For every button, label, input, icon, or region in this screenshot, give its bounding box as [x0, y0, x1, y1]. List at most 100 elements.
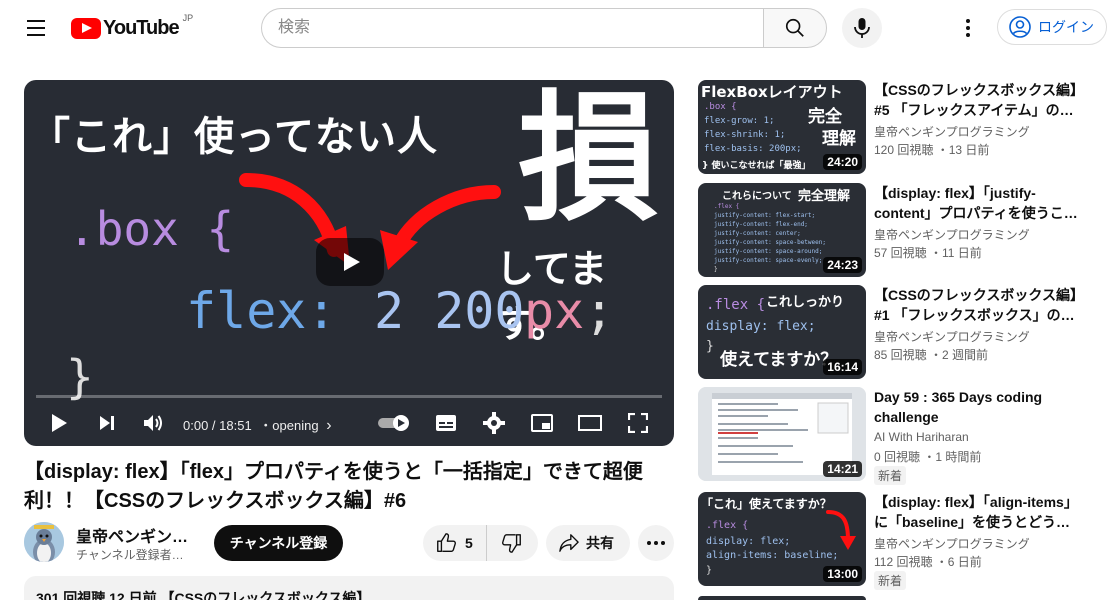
logo-text: YouTube [103, 16, 180, 39]
video-title[interactable]: 【CSSのフレックスボックス編】#5 「フレックスアイテム」の… [874, 80, 1084, 120]
like-button[interactable]: 5 [423, 525, 487, 561]
login-button[interactable]: ログイン [997, 9, 1107, 45]
video-title: 【display: flex】「flex」プロパティを使うと「一括指定」できて超… [24, 461, 643, 512]
thumb-code-line: flex-basis: 200px; [704, 144, 802, 154]
search-button[interactable] [763, 8, 827, 48]
thumb-code-line: align-items: baseline; [706, 550, 839, 561]
new-badge: 新着 [874, 466, 907, 485]
video-thumbnail[interactable]: これらについて 完全理解 .flex { justify-content: fl… [698, 183, 866, 277]
thumb-code-line: } [714, 266, 718, 273]
thumb-code-line: justify-content: flex-start; [714, 212, 816, 219]
video-metadata: 120 回視聴 ・13 日前 [874, 143, 990, 157]
new-badge: 新着 [874, 571, 907, 590]
next-icon[interactable] [94, 410, 120, 436]
more-actions-button[interactable] [638, 525, 674, 561]
miniplayer-icon[interactable] [528, 410, 556, 436]
channel-name[interactable]: 皇帝ペンギンプログラミング [874, 226, 1030, 243]
youtube-play-icon [71, 17, 101, 39]
recommended-video[interactable]: 14:21 Day 59 : 365 Days coding challenge… [698, 387, 1098, 485]
thumb-code-line: display: flex; [706, 536, 791, 547]
video-thumbnail[interactable]: FlexBoxレイアウト 完全 理解 .box { flex-grow: 1; … [698, 80, 866, 174]
recommended-video[interactable]: .flex { display: flex; } これしっかり 使えてますか？ … [698, 285, 1098, 379]
dislike-button[interactable] [487, 525, 537, 561]
recommended-video[interactable]: これらについて 完全理解 .flex { justify-content: fl… [698, 183, 1098, 277]
search-icon [785, 18, 804, 37]
microphone-icon [854, 18, 870, 38]
time-display: 0:00 / 18:51 ・opening › [183, 415, 332, 435]
video-duration: 24:20 [823, 154, 862, 170]
thumb-code-line: .flex { [706, 520, 749, 531]
video-title[interactable]: 【display: flex】「align-items」に「baseline」を… [874, 492, 1084, 532]
search-input[interactable] [261, 8, 763, 48]
thumb-footer: } 使いこなせれば「最強」 [702, 161, 811, 171]
volume-icon[interactable] [140, 410, 166, 436]
thumb-footer: 使えてますか？ [720, 350, 838, 370]
thumb-code-line: } [706, 565, 713, 576]
video-thumbnail[interactable]: .flex { display: flex; } これしっかり 使えてますか？ … [698, 285, 866, 379]
thumb-code-line: justify-content: space-around; [714, 248, 823, 255]
channel-name[interactable]: 皇帝ペンギン… [76, 523, 188, 547]
thumb-code-line: display: flex; [706, 319, 816, 334]
channel-name[interactable]: AI With Hariharan [874, 430, 969, 444]
youtube-logo[interactable]: YouTube JP [71, 13, 194, 42]
guide-menu-button[interactable] [22, 14, 50, 42]
channel-name[interactable]: 皇帝ペンギンプログラミング [874, 123, 1030, 140]
large-play-button[interactable] [316, 238, 384, 286]
thumb-code-line: justify-content: space-between; [714, 239, 826, 246]
play-icon[interactable] [46, 410, 72, 436]
video-title[interactable]: 【display: flex】「justify-content」プロパティを使う… [874, 183, 1084, 223]
masthead: YouTube JP ログイン [0, 0, 1109, 56]
channel-name[interactable]: 皇帝ペンギンプログラミング [874, 328, 1030, 345]
progress-bar[interactable] [36, 395, 662, 398]
video-thumbnail[interactable]: 14:21 [698, 387, 866, 481]
penguin-avatar-icon [24, 522, 64, 562]
video-duration: 24:23 [823, 257, 862, 273]
time-current-duration: 0:00 / 18:51 [183, 418, 252, 433]
video-duration: 13:00 [823, 566, 862, 582]
video-title[interactable]: Day 59 : 365 Days coding challenge [874, 387, 1084, 427]
subtitles-icon[interactable] [432, 410, 460, 436]
like-count: 5 [465, 535, 473, 551]
video-player[interactable]: 「これ」使ってない人 損 してます。 .box { flex: 2 200 px… [24, 80, 674, 446]
thumb-code-line: flex-shrink: 1; [704, 130, 786, 140]
description-box[interactable]: 301 回視聴 12 日前 【CSSのフレックスボックス編】 [24, 576, 674, 600]
thumb-code-line: flex-grow: 1; [704, 116, 775, 126]
recommended-video[interactable]: 「これ」使えてますか？ .flex { display: flex; align… [698, 492, 1098, 590]
video-metadata: 0 回視聴 ・1 時間前 [874, 450, 982, 464]
login-label: ログイン [1038, 19, 1094, 35]
video-duration: 16:14 [823, 359, 862, 375]
subscriber-count: チャンネル登録者… [76, 548, 184, 562]
video-thumbnail[interactable]: 「これ」使えてますか？ .flex { display: flex; align… [698, 492, 866, 586]
thumb-badge: 理解 [822, 129, 856, 149]
thumb-heading: 「これ」使えてますか？ [701, 497, 832, 511]
channel-avatar[interactable] [24, 522, 64, 562]
fullscreen-icon[interactable] [624, 410, 652, 436]
share-button[interactable]: 共有 [546, 525, 630, 561]
video-metadata: 57 回視聴 ・11 日前 [874, 246, 982, 260]
settings-more-button[interactable] [954, 12, 982, 44]
video-title[interactable]: 【CSSのフレックスボックス編】#1 「フレックスボックス」の… [874, 285, 1084, 325]
logo-region: JP [182, 13, 194, 23]
subscribe-button[interactable]: チャンネル登録 [214, 525, 343, 561]
search-box [261, 8, 827, 48]
voice-search-button[interactable] [842, 8, 882, 48]
channel-name[interactable]: 皇帝ペンギンプログラミング [874, 535, 1030, 552]
theater-mode-icon[interactable] [576, 410, 604, 436]
thumb-code-line: justify-content: space-evenly; [714, 257, 823, 264]
autoplay-toggle[interactable] [376, 412, 412, 434]
video-metadata: 85 回視聴 ・2 週間前 [874, 348, 989, 362]
chapter-title[interactable]: ・opening [259, 418, 318, 433]
video-duration: 14:21 [823, 461, 862, 477]
thumbs-down-icon [502, 534, 521, 553]
thumb-code-line: .flex { [714, 203, 740, 210]
thumb-code-line: justify-content: flex-end; [714, 221, 808, 228]
video-metadata: 112 回視聴 ・6 日前 [874, 555, 982, 569]
share-label: 共有 [586, 535, 614, 551]
thumb-code-line: } [706, 339, 714, 354]
thumb-code-line: .flex { [706, 297, 766, 313]
red-arrow-icon [826, 510, 856, 550]
recommended-video[interactable]: FlexBoxレイアウト 完全 理解 .box { flex-grow: 1; … [698, 80, 1098, 174]
thumb-code-line: justify-content: center; [714, 230, 801, 237]
chapter-chevron-icon: › [326, 417, 332, 434]
settings-gear-icon[interactable] [480, 410, 508, 436]
